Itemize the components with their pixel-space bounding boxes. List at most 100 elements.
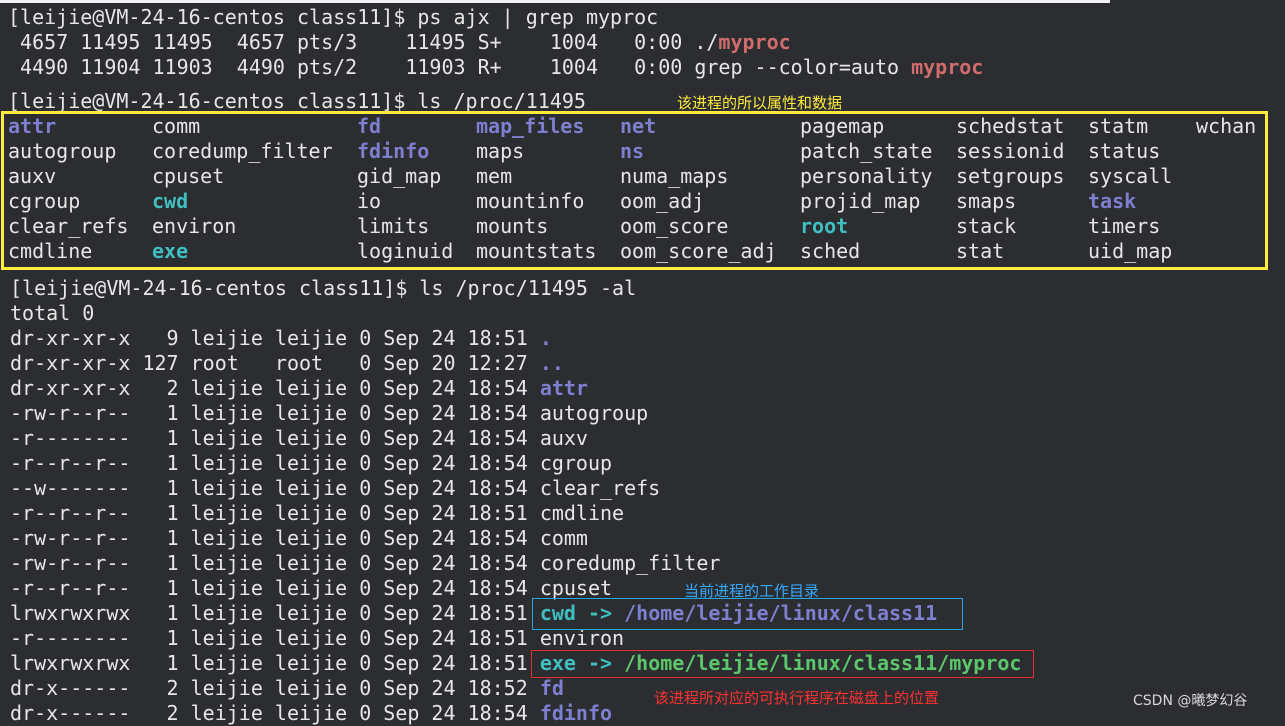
table-row: -r--r--r-- 1 leijie leijie 0 Sep 24 18:5… — [10, 501, 624, 526]
ls-entry: maps — [476, 139, 525, 163]
ls-entry: fd — [357, 114, 382, 138]
row-filename: clear_refs — [539, 476, 661, 500]
ls-entry: cwd — [152, 189, 189, 213]
row-meta: lrwxrwxrwx 1 leijie leijie 0 Sep 24 18:5… — [10, 601, 540, 625]
ls-entry: sched — [800, 239, 861, 263]
ls-entry: projid_map — [800, 189, 921, 213]
ls-entry: oom_score_adj — [620, 239, 777, 263]
ls-entry: cgroup — [8, 189, 81, 213]
ls-entry: numa_maps — [620, 164, 729, 188]
ls-entry: map_files — [476, 114, 585, 138]
row-filename: attr — [539, 376, 588, 400]
row-meta: -rw-r--r-- 1 leijie leijie 0 Sep 24 18:5… — [10, 551, 540, 575]
ls-entry: exe — [152, 239, 189, 263]
row-meta: -r-------- 1 leijie leijie 0 Sep 24 18:5… — [10, 426, 540, 450]
table-row: dr-xr-xr-x 9 leijie leijie 0 Sep 24 18:5… — [10, 326, 552, 351]
ls-entry: stack — [956, 214, 1017, 238]
selection-edge — [0, 0, 1110, 3]
row-meta: --w------- 1 leijie leijie 0 Sep 24 18:5… — [10, 476, 540, 500]
ls-entry: syscall — [1088, 164, 1173, 188]
table-row: dr-xr-xr-x 127 root root 0 Sep 20 12:27 … — [10, 351, 564, 376]
ls-entry: autogroup — [8, 139, 117, 163]
row-filename: cgroup — [539, 451, 613, 475]
ls-entry: comm — [152, 114, 201, 138]
cwd-highlight-box — [532, 598, 963, 630]
ls-entry: pagemap — [800, 114, 885, 138]
ls-entry: sessionid — [956, 139, 1065, 163]
row-meta: -rw-r--r-- 1 leijie leijie 0 Sep 24 18:5… — [10, 401, 540, 425]
ls-entry: oom_adj — [620, 189, 705, 213]
ls-entry: mountinfo — [476, 189, 585, 213]
ls-entry: mem — [476, 164, 513, 188]
table-row: -r--r--r-- 1 leijie leijie 0 Sep 24 18:5… — [10, 451, 612, 476]
row-filename: fd — [539, 676, 564, 700]
table-row: -rw-r--r-- 1 leijie leijie 0 Sep 24 18:5… — [10, 551, 720, 576]
ls-entry: schedstat — [956, 114, 1065, 138]
ps-row-2-match: myproc — [911, 55, 984, 79]
ps-row-2-fields: 4490 11904 11903 4490 pts/2 11903 R+ 100… — [8, 55, 912, 79]
ls-entry: net — [620, 114, 657, 138]
row-meta: dr-xr-xr-x 9 leijie leijie 0 Sep 24 18:5… — [10, 326, 540, 350]
ls-entry: mountstats — [476, 239, 597, 263]
ls-entry: io — [357, 189, 382, 213]
ps-row-1-fields: 4657 11495 11495 4657 pts/3 11495 S+ 100… — [8, 30, 719, 54]
table-row: -r-------- 1 leijie leijie 0 Sep 24 18:5… — [10, 426, 588, 451]
lsal-total: total 0 — [10, 301, 95, 325]
row-meta: dr-xr-xr-x 2 leijie leijie 0 Sep 24 18:5… — [10, 376, 540, 400]
row-filename: cpuset — [539, 576, 613, 600]
row-meta: -r--r--r-- 1 leijie leijie 0 Sep 24 18:5… — [10, 501, 540, 525]
exe-annotation: 该进程所对应的可执行程序在磁盘上的位置 — [654, 689, 940, 707]
ls-entry: clear_refs — [8, 214, 129, 238]
row-filename: fdinfo — [539, 701, 613, 725]
ps-prompt-line: [leijie@VM-24-16-centos class11]$ ps ajx… — [8, 5, 659, 29]
ls-entry: personality — [800, 164, 933, 188]
ls-entry: cmdline — [8, 239, 93, 263]
table-row: -rw-r--r-- 1 leijie leijie 0 Sep 24 18:5… — [10, 526, 588, 551]
row-filename: . — [539, 326, 552, 350]
row-filename: autogroup — [539, 401, 649, 425]
row-meta: -r--r--r-- 1 leijie leijie 0 Sep 24 18:5… — [10, 451, 540, 475]
table-row: -r--r--r-- 1 leijie leijie 0 Sep 24 18:5… — [10, 576, 612, 601]
ls-entry: cpuset — [152, 164, 225, 188]
table-row: -rw-r--r-- 1 leijie leijie 0 Sep 24 18:5… — [10, 401, 648, 426]
ls-entry: status — [1088, 139, 1161, 163]
row-meta: dr-xr-xr-x 127 root root 0 Sep 20 12:27 — [10, 351, 540, 375]
table-row: dr-xr-xr-x 2 leijie leijie 0 Sep 24 18:5… — [10, 376, 588, 401]
ls-entry: fdinfo — [357, 139, 430, 163]
ls-entry: loginuid — [357, 239, 454, 263]
exe-highlight-box — [531, 650, 1034, 678]
ls-entry: smaps — [956, 189, 1017, 213]
ls-entry: patch_state — [800, 139, 933, 163]
ls-entry: uid_map — [1088, 239, 1173, 263]
table-row: dr-x------ 2 leijie leijie 0 Sep 24 18:5… — [10, 701, 612, 726]
ls-entry: timers — [1088, 214, 1161, 238]
row-meta: dr-x------ 2 leijie leijie 0 Sep 24 18:5… — [10, 676, 540, 700]
row-filename: coredump_filter — [539, 551, 721, 575]
ls-entry: stat — [956, 239, 1005, 263]
ls-entry: root — [800, 214, 849, 238]
ls-entry: oom_score — [620, 214, 729, 238]
ls-entry: ns — [620, 139, 645, 163]
ls-entry: wchan — [1196, 114, 1257, 138]
table-row: dr-x------ 2 leijie leijie 0 Sep 24 18:5… — [10, 676, 564, 701]
ps-row-1: 4657 11495 11495 4657 pts/3 11495 S+ 100… — [8, 30, 791, 55]
row-meta: lrwxrwxrwx 1 leijie leijie 0 Sep 24 18:5… — [10, 651, 540, 675]
row-meta: -rw-r--r-- 1 leijie leijie 0 Sep 24 18:5… — [10, 526, 540, 550]
ls-entry: statm — [1088, 114, 1149, 138]
row-filename: .. — [539, 351, 564, 375]
ls-entry: mounts — [476, 214, 549, 238]
ps-row-1-match: myproc — [718, 30, 791, 54]
ls-entry: coredump_filter — [152, 139, 333, 163]
row-meta: -r-------- 1 leijie leijie 0 Sep 24 18:5… — [10, 626, 540, 650]
watermark: CSDN @曦梦幻谷 — [1133, 693, 1248, 709]
ls-entry: environ — [152, 214, 237, 238]
ps-row-2: 4490 11904 11903 4490 pts/2 11903 R+ 100… — [8, 55, 983, 80]
ls-entry: auxv — [8, 164, 57, 188]
ls-annotation: 该进程的所以属性和数据 — [677, 94, 843, 112]
ls-entry: attr — [8, 114, 57, 138]
ls-entry: setgroups — [956, 164, 1065, 188]
table-row: --w------- 1 leijie leijie 0 Sep 24 18:5… — [10, 476, 660, 501]
ls-entry: gid_map — [357, 164, 442, 188]
ls-entry: limits — [357, 214, 430, 238]
row-meta: -r--r--r-- 1 leijie leijie 0 Sep 24 18:5… — [10, 576, 540, 600]
